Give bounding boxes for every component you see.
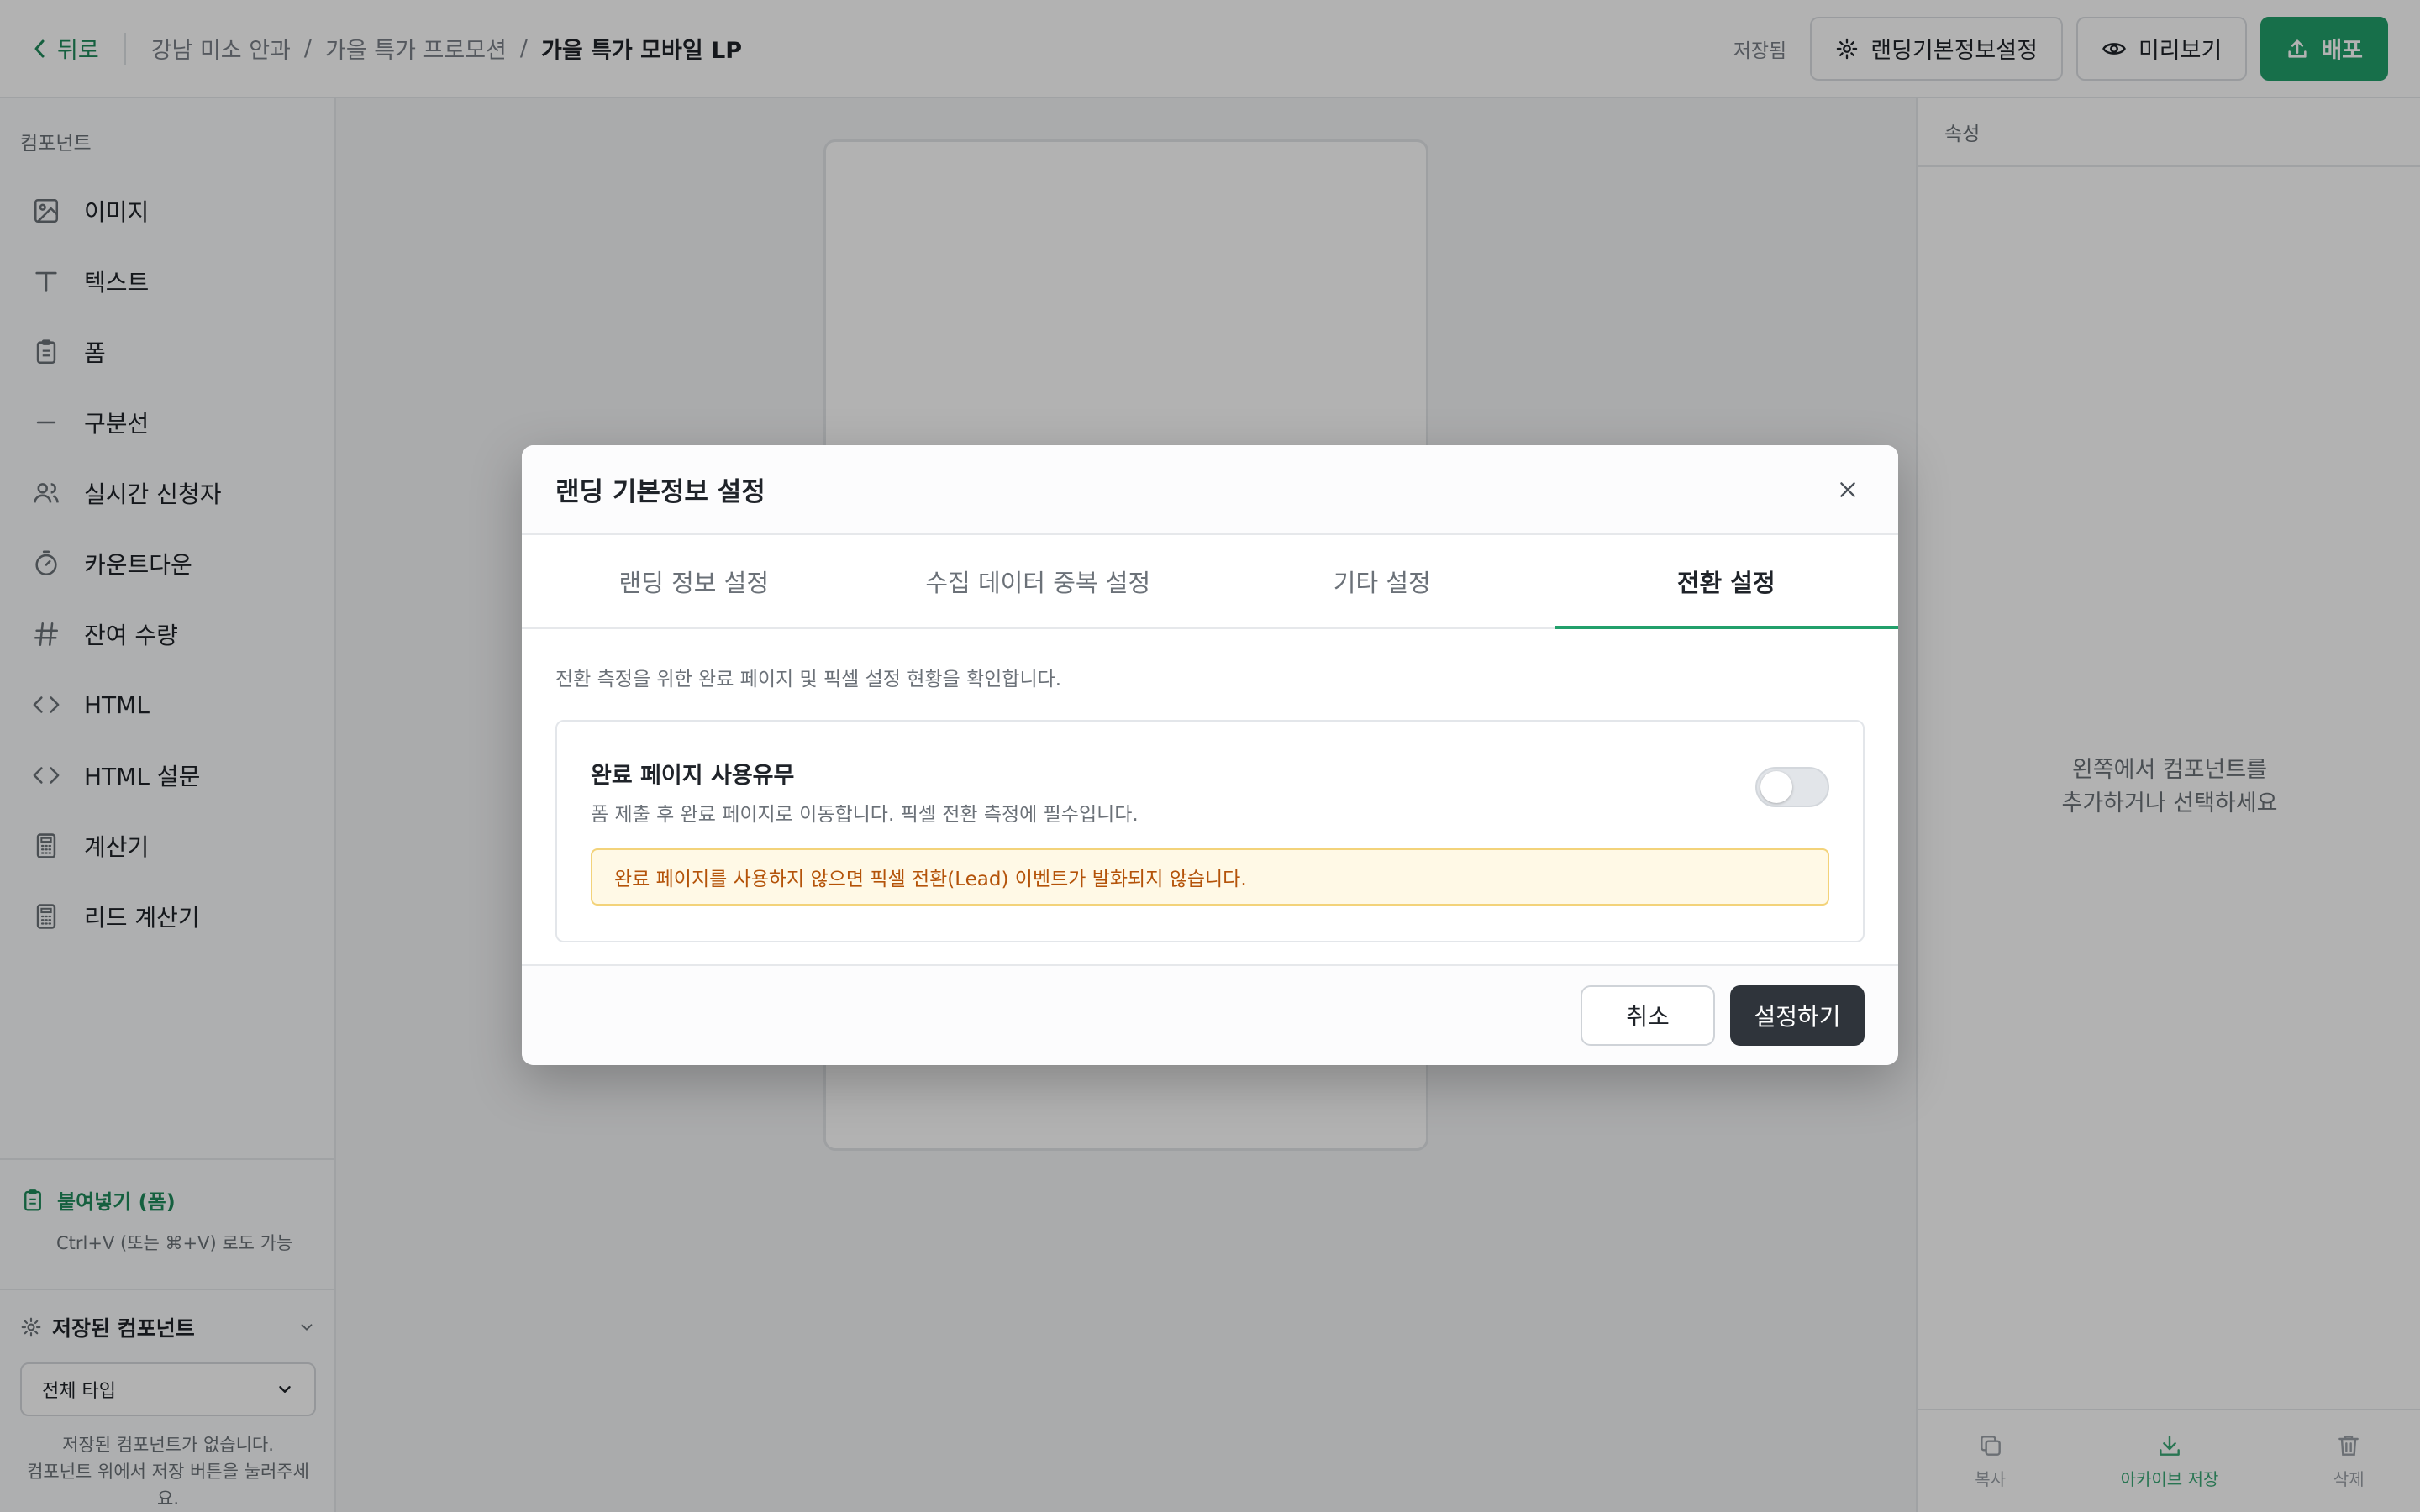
- completion-page-row: 완료 페이지 사용유무 폼 제출 후 완료 페이지로 이동합니다. 픽셀 전환 …: [591, 757, 1829, 827]
- close-button[interactable]: [1831, 473, 1865, 507]
- tab-etc-settings[interactable]: 기타 설정: [1210, 535, 1555, 627]
- completion-page-text: 완료 페이지 사용유무 폼 제출 후 완료 페이지로 이동합니다. 픽셀 전환 …: [591, 757, 1139, 827]
- tab-conversion-settings[interactable]: 전환 설정: [1554, 535, 1899, 629]
- cancel-button[interactable]: 취소: [1581, 985, 1715, 1046]
- pixel-warning-banner: 완료 페이지를 사용하지 않으면 픽셀 전환(Lead) 이벤트가 발화되지 않…: [591, 848, 1829, 906]
- modal-title: 랜딩 기본정보 설정: [555, 477, 765, 507]
- modal-footer: 취소 설정하기: [522, 966, 1898, 1065]
- completion-page-subtitle: 폼 제출 후 완료 페이지로 이동합니다. 픽셀 전환 측정에 필수입니다.: [591, 804, 1139, 826]
- modal-header: 랜딩 기본정보 설정: [522, 445, 1898, 535]
- close-icon: [1840, 481, 1855, 497]
- modal-tabs: 랜딩 정보 설정 수집 데이터 중복 설정 기타 설정 전환 설정: [522, 535, 1898, 629]
- completion-page-card: 완료 페이지 사용유무 폼 제출 후 완료 페이지로 이동합니다. 픽셀 전환 …: [555, 720, 1865, 942]
- landing-settings-modal: 랜딩 기본정보 설정 랜딩 정보 설정 수집 데이터 중복 설정 기타 설정 전…: [522, 445, 1898, 1065]
- conversion-description: 전환 측정을 위한 완료 페이지 및 픽셀 설정 현황을 확인합니다.: [555, 669, 1062, 690]
- tab-landing-info[interactable]: 랜딩 정보 설정: [522, 535, 866, 627]
- modal-body: 전환 측정을 위한 완료 페이지 및 픽셀 설정 현황을 확인합니다. 완료 페…: [522, 629, 1898, 966]
- completion-page-toggle[interactable]: [1755, 767, 1829, 807]
- confirm-settings-button[interactable]: 설정하기: [1730, 985, 1865, 1046]
- completion-page-title: 완료 페이지 사용유무: [591, 763, 795, 789]
- tab-duplicate-data[interactable]: 수집 데이터 중복 설정: [866, 535, 1211, 627]
- toggle-knob: [1760, 771, 1792, 803]
